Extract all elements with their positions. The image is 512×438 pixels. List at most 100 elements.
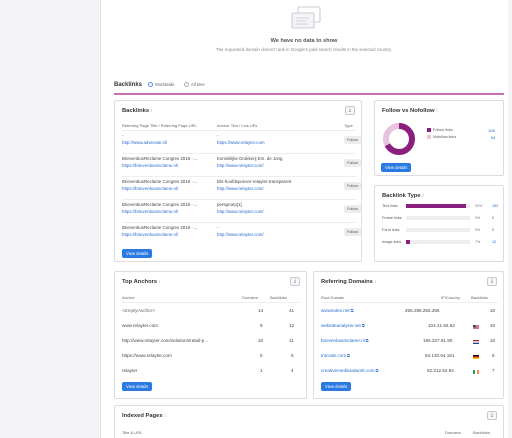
divider [122,199,356,200]
backlinks-count: 10 [490,338,496,343]
target-url-link[interactable]: http://www.relayter.com/ [217,209,264,214]
backlinks-count: 8 [492,353,495,358]
divider [122,153,356,154]
export-icon[interactable]: ⤓ [487,277,497,286]
backlinks-card: Backlinks i ⤓ Referring Page Title / Refe… [114,100,362,262]
section-divider [114,93,504,95]
info-icon[interactable]: i [151,108,152,113]
external-link-icon[interactable]: ⧉ [366,339,369,343]
radio-icon [148,82,153,87]
radio-label: All time [191,82,205,87]
target-url-link[interactable]: http://www.relayter.com/ [217,163,264,168]
column-header: Backlinks [473,430,490,435]
target-url-link[interactable]: http://www.relayter.com/ [217,232,264,237]
link-type-row: Text links 93% 150 [382,202,500,212]
link-type-percent: 0% [475,216,481,220]
info-icon[interactable]: i [423,193,424,198]
target-url-link[interactable]: http://www.relayter.com/ [217,186,264,191]
table-row: BrievenbusReclame Congres 2018 - ... htt… [122,155,370,175]
backlinks-count: 4 [291,368,294,373]
empty-state-title: We have no data to show [270,38,338,44]
link-type-count[interactable]: 12 [492,240,496,244]
link-type-label: Form links [382,228,400,232]
de-flag-icon [473,355,479,359]
external-link-icon[interactable]: ⧉ [362,324,365,328]
referring-domains-title: Referring Domains i [321,279,376,285]
info-icon[interactable]: i [437,108,438,113]
column-header: Anchor Text / Link URL [217,123,258,128]
backlink-type-card: Backlink Type i Text links 93% 150 Frame … [374,185,504,262]
column-header: Type [344,123,353,128]
table-row: BrievenbusReclame Congres 2018 - ... htt… [122,178,370,198]
scope-all-time-radio[interactable]: All time [184,82,205,87]
info-icon[interactable]: i [375,279,376,284]
radio-label: Worldwide [155,82,175,87]
page-url-link[interactable]: https://brievenbusreclame.nl/ [122,209,178,214]
backlinks-count: 41 [289,308,295,313]
legend-value-link[interactable]: 108 [488,128,495,133]
page-url-link[interactable]: https://brievenbusreclame.nl/ [122,232,178,237]
ip-address: 104.21.65.52 [428,323,455,328]
link-type-count[interactable]: 0 [492,228,494,232]
legend-value-link[interactable]: 54 [491,135,495,140]
anchor-text: bbr-hoofdsponsor-relayter-transparent [217,179,292,184]
table-row: BrievenbusReclame Congres 2018 - ... htt… [122,224,370,244]
section-title: Backlinks [114,82,143,88]
target-url-link[interactable]: https://www.relayter.com [217,140,265,145]
backlinks-count: 12 [289,323,295,328]
anchor-text: https://www.relayter.com [122,353,172,358]
backlink-type-title: Backlink Type i [382,193,424,199]
page-url-link[interactable]: https://brievenbusreclame.nl/ [122,163,178,168]
domain-link[interactable]: websiteanalysis.net⧉ [321,323,365,328]
table-row: brievenbusreclame.nl⧉ 185.227.81.90 10 [321,335,498,349]
us-flag-icon [473,325,479,329]
ie-flag-icon [473,370,479,374]
ip-address: 52.212.52.84 [427,368,454,373]
type-badge: Follow [344,159,361,167]
table-row: BrievenbusReclame Congres 2018 - ... htt… [122,201,370,221]
anchor-text: - [217,133,219,138]
domain-link[interactable]: tntcode.com⧉ [321,353,350,358]
page-title: BrievenbusReclame Congres 2018 - ... [122,202,198,207]
domain-link[interactable]: wwwindex.net⧉ [321,308,353,313]
export-icon[interactable]: ⤓ [487,411,497,420]
domain-link[interactable]: creativemediaratwork.com⧉ [321,368,378,373]
radio-icon [184,82,189,87]
link-type-bar [406,228,470,232]
domain-link[interactable]: brievenbusreclame.nl⧉ [321,338,368,343]
external-link-icon[interactable]: ⧉ [347,354,350,358]
nl-flag-icon [473,340,479,344]
table-row: http://www.relayter.com/solutions/retail… [122,335,301,349]
external-link-icon[interactable]: ⧉ [351,309,354,313]
info-icon[interactable]: i [165,413,166,418]
view-details-button[interactable]: View details [381,163,412,172]
scope-worldwide-radio[interactable]: Worldwide [148,82,174,87]
left-sidebar-area [0,0,100,438]
external-link-icon[interactable]: ⧉ [376,369,379,373]
link-type-row: Frame links 0% 0 [382,214,500,224]
info-icon[interactable]: i [159,279,160,284]
export-icon[interactable]: ⤓ [345,106,355,115]
table-row: <EmptyAnchor> 14 41 [122,305,301,319]
link-type-label: Frame links [382,216,402,220]
link-type-count[interactable]: 0 [492,216,494,220]
view-details-button[interactable]: View details [122,382,153,391]
page-url-link[interactable]: https://brievenbusreclame.nl/ [122,186,178,191]
link-type-bar-fill [406,204,466,208]
divider [321,302,498,303]
legend-swatch [427,128,431,132]
link-type-percent: 93% [475,204,483,208]
legend-item: Nofollow links [427,135,456,139]
view-details-button[interactable]: View details [122,249,153,258]
link-type-count[interactable]: 150 [492,204,498,208]
view-details-button[interactable]: View details [321,382,352,391]
export-icon[interactable]: ⤓ [290,277,300,286]
page-url-link[interactable]: http://www.advevate.nl/ [122,140,167,145]
column-header: Backlinks [270,295,287,300]
column-header: Backlinks [471,295,488,300]
top-anchors-title: Top Anchors i [122,279,161,285]
divider [122,176,356,177]
page-title: BrievenbusReclame Congres 2018 - ... [122,179,198,184]
link-type-bar [406,204,470,208]
type-badge: Follow [344,182,361,190]
